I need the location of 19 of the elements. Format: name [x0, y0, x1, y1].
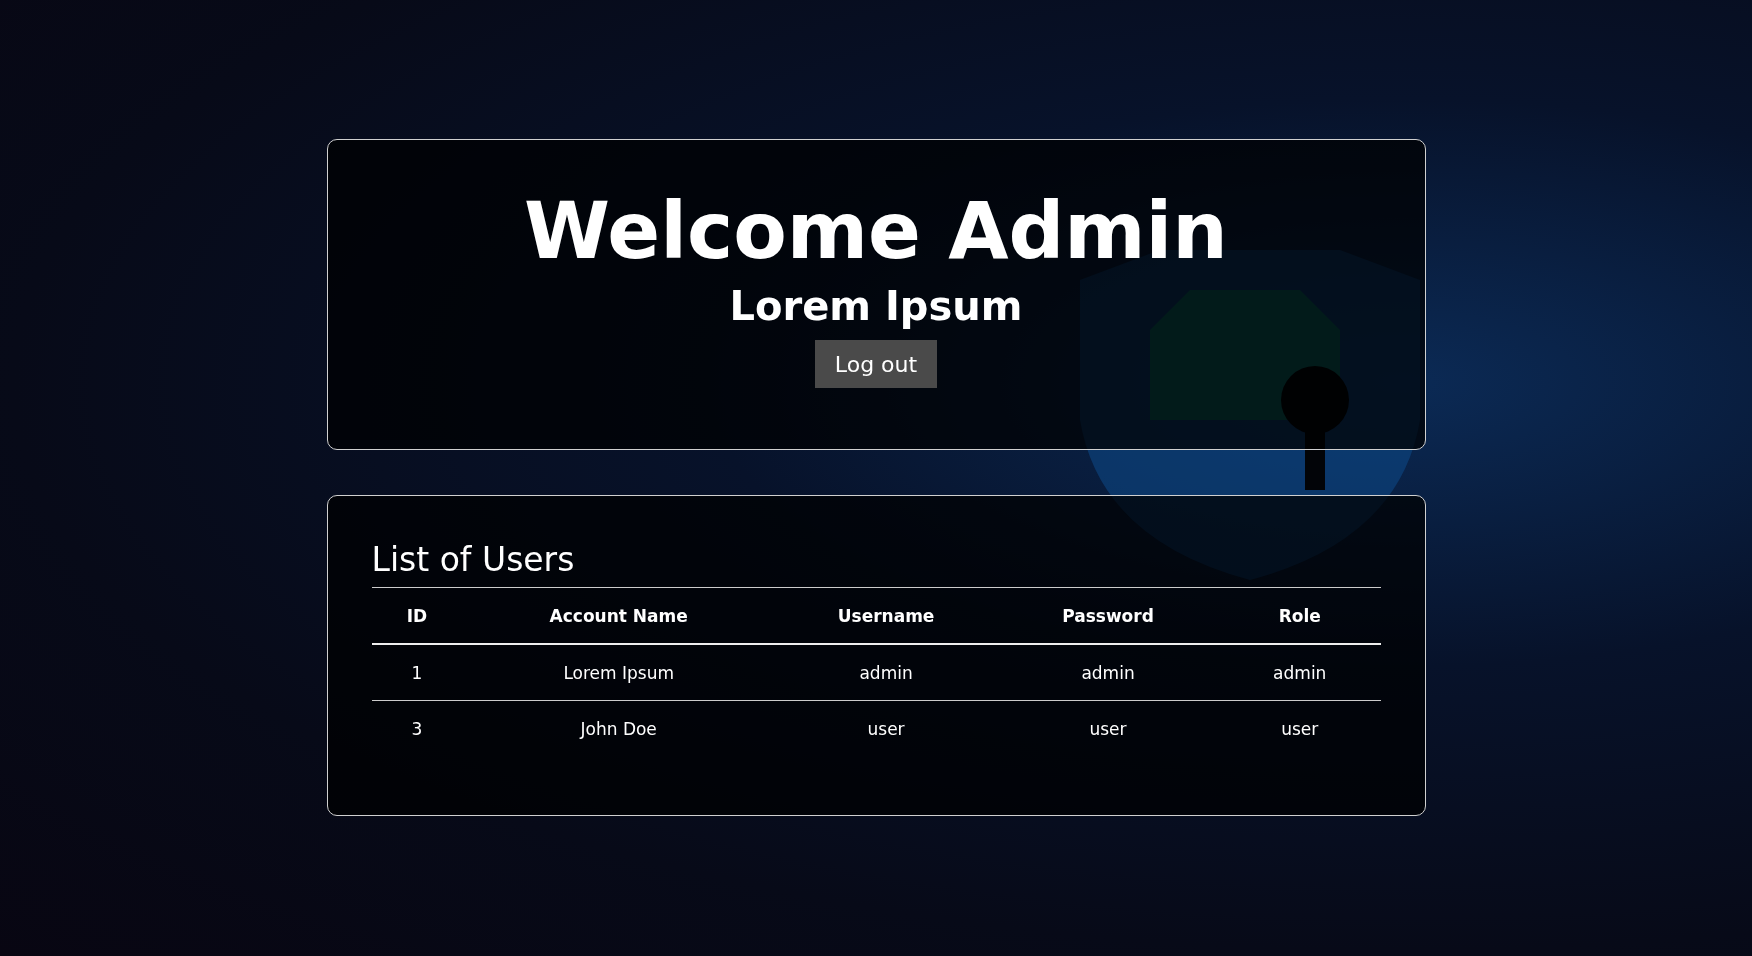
user-name: Lorem Ipsum — [729, 284, 1023, 328]
column-header: Username — [775, 587, 998, 644]
table-cell: admin — [1219, 644, 1381, 701]
table-cell: user — [775, 700, 998, 756]
table-cell: Lorem Ipsum — [462, 644, 776, 701]
table-cell: user — [1219, 700, 1381, 756]
column-header: ID — [371, 587, 463, 644]
section-title: List of Users — [371, 540, 576, 579]
welcome-title: Welcome Admin — [524, 192, 1228, 270]
column-header: Role — [1219, 587, 1381, 644]
column-header: Password — [997, 587, 1219, 644]
table-cell: admin — [997, 644, 1219, 701]
table-cell: 1 — [371, 644, 463, 701]
table-cell: 3 — [371, 700, 463, 756]
table-cell: John Doe — [462, 700, 776, 756]
table-cell: user — [997, 700, 1219, 756]
logout-button[interactable]: Log out — [814, 340, 938, 388]
column-header: Account Name — [462, 587, 776, 644]
table-cell: admin — [775, 644, 998, 701]
